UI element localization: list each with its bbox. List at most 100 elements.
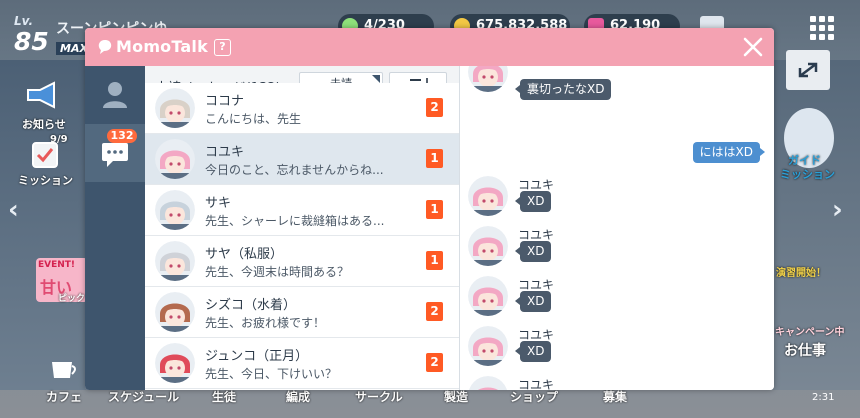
- koyuki-portrait-icon: [468, 226, 508, 266]
- student-portrait-icon: [155, 292, 195, 332]
- level-value: 85: [14, 27, 49, 56]
- cafe-cup-icon[interactable]: [48, 358, 78, 384]
- expand-button[interactable]: [786, 50, 830, 90]
- demonstration-label: 演習開始！: [776, 268, 826, 279]
- momotalk-window: MomoTalk ? 132 未読メッセージ(132) 未読: [85, 28, 774, 390]
- student-avatar: [155, 139, 195, 179]
- unread-badge: 2: [426, 302, 443, 321]
- nav-shop[interactable]: ショップ: [510, 388, 558, 405]
- student-portrait-icon: [155, 241, 195, 281]
- received-message-bubble: XD: [514, 291, 552, 312]
- nav-circle[interactable]: サークル: [355, 388, 403, 405]
- nav-cafe[interactable]: カフェ: [46, 388, 82, 405]
- mission-label[interactable]: ミッション: [18, 172, 73, 188]
- campaign-label: キャンペーン中: [775, 327, 845, 338]
- student-portrait-icon: [155, 139, 195, 179]
- conversation-pane: コユキ裏切ったなXDにははXDコユキXDコユキXDコユキXDコユキXDコユキXD…: [460, 66, 774, 390]
- student-portrait-icon: [155, 88, 195, 128]
- chat-list-item[interactable]: シズコ（水着） 先生、お疲れ様です！ 2: [145, 287, 459, 338]
- message-preview: 先生、お疲れ様です！: [205, 316, 326, 330]
- received-message: コユキ XD: [460, 176, 774, 226]
- koyuki-portrait-icon: [468, 66, 508, 92]
- message-preview: こんにちは、先生: [205, 112, 302, 126]
- student-name: ジュンコ（正月）: [205, 349, 309, 364]
- message-preview: 先生、シャーレに裁縫箱はある...: [205, 214, 385, 228]
- unread-badge: 1: [426, 149, 443, 168]
- received-message-bubble: XD: [514, 191, 552, 212]
- chat-list-item[interactable]: コユキ今日のこと、忘れませんからね... 1: [145, 134, 459, 185]
- student-avatar: [155, 343, 195, 383]
- nav-recruit[interactable]: 募集: [603, 388, 627, 405]
- student-name: ココナ: [205, 94, 245, 109]
- guide-mission-label: ミッション: [780, 168, 835, 181]
- message-preview: 先生、今日、下けいい？: [205, 367, 338, 381]
- student-avatar: [468, 66, 508, 92]
- mission-check-icon[interactable]: [30, 140, 60, 170]
- chat-list-item[interactable]: サキ先生、シャーレに裁縫箱はある... 1: [145, 185, 459, 236]
- student-portrait-icon: [155, 343, 195, 383]
- momotalk-logo-icon: [98, 40, 112, 54]
- sent-message-bubble: にははXD: [692, 142, 766, 163]
- momotalk-title: MomoTalk: [116, 37, 208, 56]
- message-preview: 今日のこと、忘れませんからね...: [205, 163, 384, 177]
- level-label: Lv.: [14, 14, 34, 28]
- student-avatar: [468, 276, 508, 316]
- work-label[interactable]: お仕事: [784, 340, 826, 360]
- student-avatar: [468, 226, 508, 266]
- received-message: コユキ XD: [460, 326, 774, 376]
- chat-list-pane: 未読メッセージ(132) 未読 ココナこんにちは、先生2コユキ今日のこと、忘れま…: [145, 66, 459, 390]
- koyuki-portrait-icon: [468, 326, 508, 366]
- arrow-left-icon[interactable]: ‹: [8, 195, 19, 225]
- chat-list-item[interactable]: ココナこんにちは、先生 2: [145, 83, 459, 134]
- sender-name: コユキ: [518, 378, 555, 390]
- nav-crafting[interactable]: 製造: [444, 388, 468, 405]
- nav-students[interactable]: 生徒: [212, 388, 236, 405]
- megaphone-icon[interactable]: [24, 80, 60, 110]
- koyuki-portrait-icon: [468, 276, 508, 316]
- chat-list-item[interactable]: サヤ（私服） 先生、今週末は時間ある？ 1: [145, 236, 459, 287]
- momotalk-header: MomoTalk ?: [85, 28, 774, 66]
- nav-formation[interactable]: 編成: [286, 388, 310, 405]
- received-message-bubble: 裏切ったなXD: [514, 79, 612, 100]
- student-avatar: [468, 326, 508, 366]
- student-name: サキ: [205, 196, 232, 211]
- student-avatar: [155, 190, 195, 230]
- received-message-bubble: XD: [514, 241, 552, 262]
- unread-badge: 1: [426, 251, 443, 270]
- rail-students-tab[interactable]: [85, 66, 145, 124]
- player-level: Lv. 85: [8, 14, 54, 56]
- student-avatar: [468, 376, 508, 390]
- student-name: コユキ: [205, 145, 245, 160]
- student-avatar: [155, 241, 195, 281]
- notice-label[interactable]: お知らせ: [22, 116, 66, 132]
- unread-badge: 1: [426, 200, 443, 219]
- person-icon: [103, 82, 127, 108]
- received-message: コユキ裏切ったなXD: [460, 66, 774, 102]
- student-name: シズコ（水着）: [205, 298, 297, 313]
- received-message: コユキ XD: [460, 226, 774, 276]
- close-icon[interactable]: [740, 34, 766, 60]
- pick-label: ピック: [58, 294, 86, 304]
- student-avatar: [468, 176, 508, 216]
- expand-icon: [798, 62, 818, 78]
- chat-list-item[interactable]: ジュンコ（正月） 先生、今日、下けいい？ 2: [145, 338, 459, 389]
- help-button[interactable]: ?: [214, 39, 231, 56]
- student-avatar: [155, 292, 195, 332]
- received-message-bubble: XD: [514, 341, 552, 362]
- koyuki-portrait-icon: [468, 176, 508, 216]
- received-message: コユキXDXDXDXDXD: [460, 376, 774, 390]
- clock-text: 2:31: [812, 392, 835, 403]
- menu-grid-icon[interactable]: [808, 14, 836, 42]
- student-portrait-icon: [155, 190, 195, 230]
- dropdown-corner-icon: [372, 75, 380, 83]
- rail-messages-tab[interactable]: 132: [85, 124, 145, 182]
- unread-badge: 2: [426, 98, 443, 117]
- student-avatar: [155, 88, 195, 128]
- unread-badge: 2: [426, 353, 443, 372]
- nav-schedule[interactable]: スケジュール: [108, 388, 179, 405]
- arrow-right-icon[interactable]: ›: [832, 195, 843, 225]
- student-name: サヤ（私服）: [205, 247, 284, 262]
- received-message: コユキ XD: [460, 276, 774, 326]
- event-label: EVENT!: [38, 260, 76, 270]
- momotalk-side-rail: 132: [85, 66, 145, 390]
